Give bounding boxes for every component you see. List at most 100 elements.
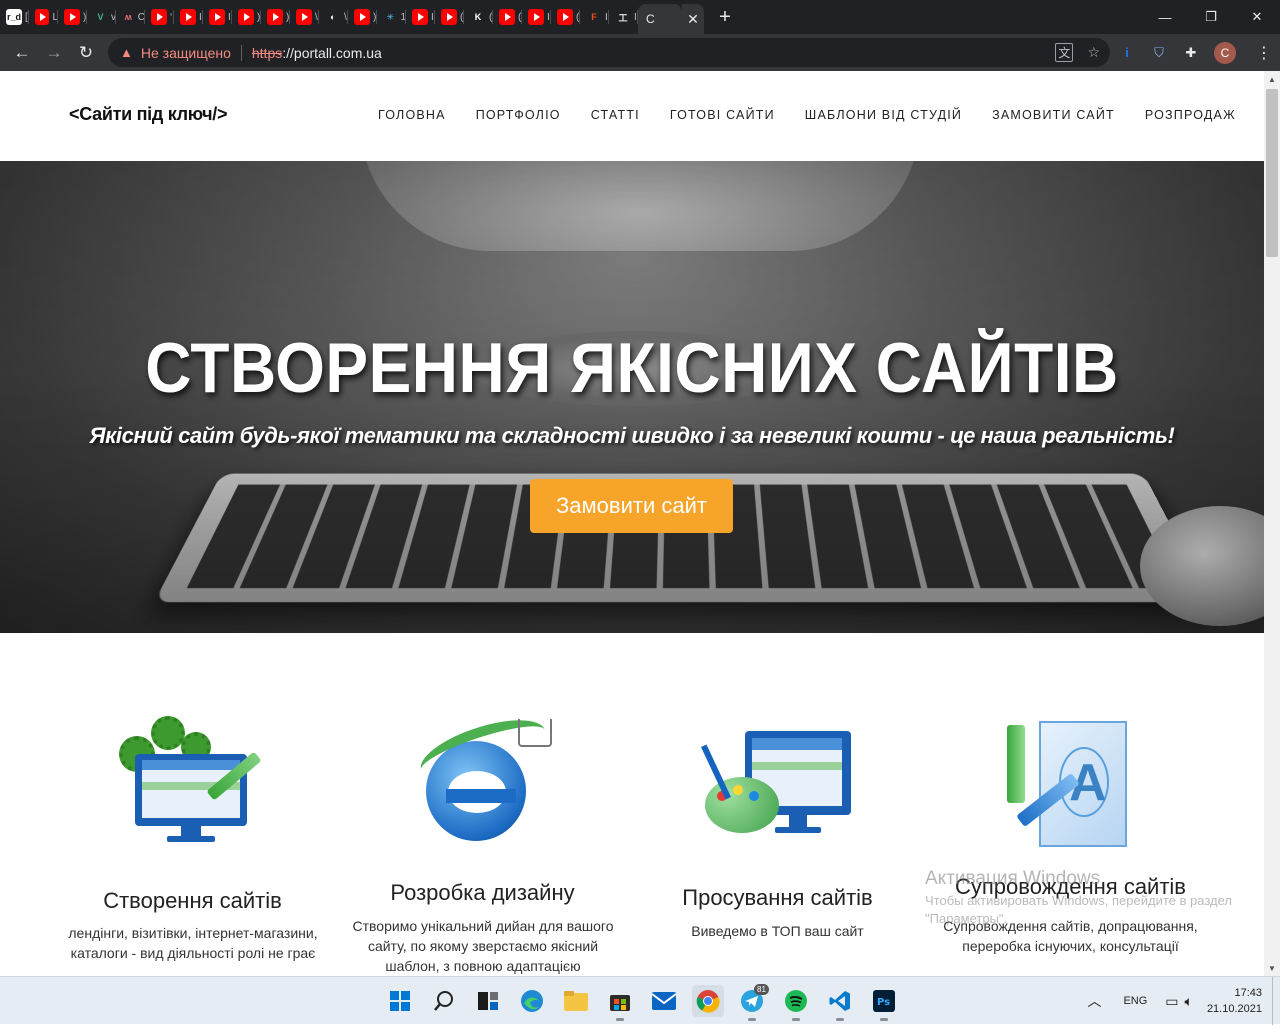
telegram-badge: 81 bbox=[754, 984, 769, 995]
browser-tab[interactable]: ʍC bbox=[116, 0, 145, 34]
chrome-icon[interactable] bbox=[692, 985, 724, 1017]
bookmark-star-icon[interactable]: ☆ bbox=[1087, 44, 1100, 61]
nav-articles[interactable]: Статті bbox=[576, 108, 655, 122]
vscode-icon[interactable] bbox=[824, 985, 856, 1021]
browser-tab[interactable]: ( bbox=[435, 0, 464, 34]
profile-avatar[interactable]: C bbox=[1214, 41, 1236, 64]
browser-menu-icon[interactable]: ⋮ bbox=[1256, 43, 1272, 63]
windows-start-icon[interactable] bbox=[384, 985, 416, 1017]
edge-icon[interactable] bbox=[516, 985, 548, 1017]
youtube-favicon-icon bbox=[499, 9, 515, 25]
omnibox-actions: 文 ☆ bbox=[1055, 38, 1100, 67]
browser-tab-label: C bbox=[137, 11, 145, 23]
notification-area[interactable] bbox=[1272, 977, 1280, 1025]
browser-tab[interactable]: I bbox=[522, 0, 551, 34]
browser-tab[interactable]: ( bbox=[551, 0, 580, 34]
browser-tab-label: ) bbox=[373, 11, 377, 23]
site-favicon-icon: K bbox=[470, 9, 486, 25]
tab-active-label: C bbox=[646, 12, 655, 26]
language-indicator[interactable]: ENG bbox=[1123, 995, 1147, 1007]
not-secure-label: Не защищено bbox=[140, 44, 231, 61]
browser-tab[interactable]: ‘ bbox=[145, 0, 174, 34]
site-favicon-icon: F bbox=[586, 9, 602, 25]
youtube-favicon-icon bbox=[238, 9, 254, 25]
back-icon[interactable]: ← bbox=[6, 37, 38, 69]
photoshop-icon[interactable]: Ps bbox=[868, 985, 900, 1021]
browser-tab-label: ) bbox=[83, 11, 87, 23]
browser-tab-label: ( bbox=[518, 11, 522, 23]
volume-icon[interactable]: 🔈︎ bbox=[1185, 993, 1193, 1010]
clock-date: 21.10.2021 bbox=[1206, 1003, 1262, 1015]
spotify-icon[interactable] bbox=[780, 985, 812, 1021]
browser-tab[interactable]: \ bbox=[290, 0, 319, 34]
order-site-button[interactable]: Замовити сайт bbox=[530, 479, 733, 533]
close-tab-icon[interactable]: ✕ bbox=[682, 4, 704, 34]
browser-tab[interactable]: ) bbox=[58, 0, 87, 34]
browser-tab[interactable]: ) bbox=[232, 0, 261, 34]
warning-icon: ▲ bbox=[120, 45, 133, 60]
scroll-thumb[interactable] bbox=[1266, 89, 1278, 257]
reload-icon[interactable]: ↻ bbox=[70, 37, 102, 69]
windows-taskbar: 81 Ps ︿ ENG ▭ 🔈︎ 17:43 21.10.2021 bbox=[0, 976, 1280, 1025]
network-icon[interactable]: ▭ bbox=[1165, 993, 1178, 1010]
puzzle-icon[interactable]: ✚ bbox=[1182, 44, 1200, 62]
youtube-favicon-icon bbox=[64, 9, 80, 25]
browser-tab[interactable]: r_d[ bbox=[0, 0, 29, 34]
browser-tab[interactable]: ) bbox=[261, 0, 290, 34]
extension-icon[interactable]: i bbox=[1118, 44, 1136, 62]
youtube-favicon-icon bbox=[35, 9, 50, 25]
page-scrollbar[interactable]: ▲ ▼ bbox=[1264, 71, 1280, 976]
tab-active[interactable]: C bbox=[638, 4, 682, 34]
youtube-favicon-icon bbox=[296, 9, 312, 25]
nav-home[interactable]: Головна bbox=[363, 108, 461, 122]
browser-tab[interactable]: K( bbox=[464, 0, 493, 34]
browser-tab[interactable]: FI bbox=[580, 0, 609, 34]
window-close-icon[interactable]: ✕ bbox=[1234, 0, 1280, 34]
site-logo[interactable]: <Сайти під ключ/> bbox=[69, 104, 228, 125]
tab-list: r_d[L) Vv ʍ C ‘I I)) \ ◐ \) ✳ 1 I(K((I(F I 工 I bbox=[0, 0, 638, 34]
browser-tab[interactable]: ✳ 1 bbox=[377, 0, 406, 34]
clock[interactable]: 17:43 21.10.2021 bbox=[1207, 985, 1262, 1017]
address-bar[interactable]: ▲ Не защищено https ://portall.com.ua 文 … bbox=[108, 38, 1110, 67]
browser-tab-strip: r_d[L) Vv ʍ C ‘I I)) \ ◐ \) ✳ 1 I(K((I(F I 工 I C ✕ + —… bbox=[0, 0, 1280, 34]
browser-tab[interactable]: I bbox=[406, 0, 435, 34]
mail-icon[interactable] bbox=[648, 985, 680, 1017]
new-tab-icon[interactable]: + bbox=[710, 0, 740, 34]
search-icon[interactable] bbox=[428, 985, 460, 1017]
hero-title: СТВОРЕННЯ ЯКІСНИХ САЙТІВ bbox=[145, 328, 1119, 408]
scroll-down-icon[interactable]: ▼ bbox=[1264, 960, 1280, 976]
restore-icon[interactable]: ❐ bbox=[1188, 0, 1234, 34]
browser-tab[interactable]: ( bbox=[493, 0, 522, 34]
minimize-icon[interactable]: — bbox=[1142, 0, 1188, 34]
browser-tab[interactable]: I bbox=[174, 0, 203, 34]
browser-tab[interactable]: I bbox=[203, 0, 232, 34]
nav-templates[interactable]: Шаблони від студій bbox=[790, 108, 977, 122]
browser-tab-label: ( bbox=[489, 11, 493, 23]
scroll-up-icon[interactable]: ▲ bbox=[1264, 71, 1280, 87]
browser-tab[interactable]: Vv bbox=[87, 0, 116, 34]
store-icon[interactable] bbox=[604, 985, 636, 1021]
browser-tab[interactable]: L bbox=[29, 0, 58, 34]
nav-portfolio[interactable]: Портфоліо bbox=[461, 108, 576, 122]
vpn-shield-icon[interactable]: ⛉ bbox=[1150, 44, 1168, 62]
youtube-favicon-icon bbox=[557, 9, 573, 25]
nav-order[interactable]: Замовити сайт bbox=[977, 108, 1130, 122]
browser-tab[interactable]: ) bbox=[348, 0, 377, 34]
site-favicon-icon: ʍ bbox=[122, 9, 135, 25]
forward-icon[interactable]: → bbox=[38, 37, 70, 69]
file-explorer-icon[interactable] bbox=[560, 985, 592, 1017]
translate-icon[interactable]: 文 bbox=[1055, 43, 1074, 62]
nav-ready-sites[interactable]: Готові сайти bbox=[655, 108, 790, 122]
nav-sale[interactable]: Розпродаж bbox=[1130, 108, 1251, 122]
browser-tab-label: ( bbox=[460, 11, 464, 23]
telegram-icon[interactable]: 81 bbox=[736, 984, 769, 1021]
browser-tab-label: I bbox=[634, 11, 637, 23]
browser-tab-label: I bbox=[199, 11, 202, 23]
browser-tab[interactable]: 工I bbox=[609, 0, 638, 34]
browser-tab-label: \ bbox=[344, 11, 347, 23]
site-header: <Сайти під ключ/> Головна Портфоліо Стат… bbox=[0, 71, 1264, 161]
browser-tab[interactable]: ◐ \ bbox=[319, 0, 348, 34]
tray-overflow-icon[interactable]: ︿ bbox=[1087, 991, 1101, 1011]
task-view-icon[interactable] bbox=[472, 985, 504, 1017]
youtube-favicon-icon bbox=[441, 9, 457, 25]
